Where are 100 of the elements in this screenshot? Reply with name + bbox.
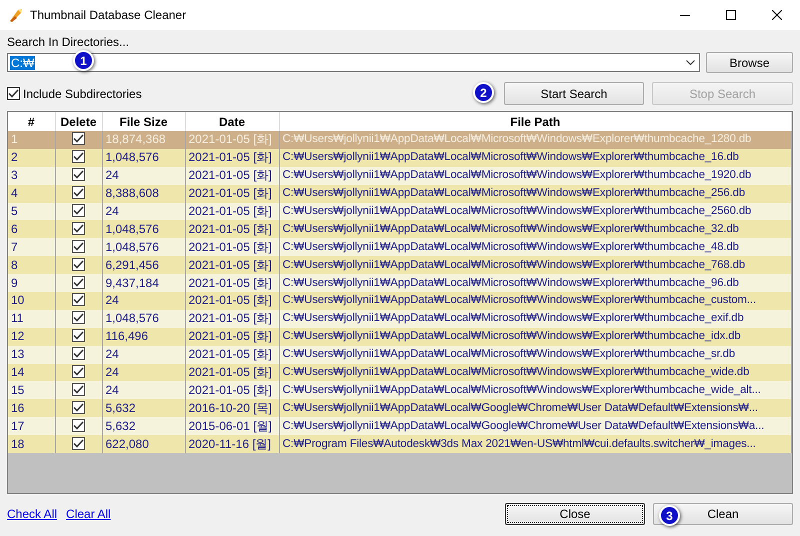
table-cell: C:₩Users₩jollynii1₩AppData₩Local₩Microsoft₩Windows₩Explorer₩thumbcache_768.db: [279, 256, 792, 274]
table-cell: 12: [8, 328, 55, 346]
table-cell: 18: [8, 435, 55, 454]
table-cell: 24: [102, 364, 185, 382]
checkbox[interactable]: [72, 311, 85, 324]
column-header[interactable]: #: [8, 112, 55, 131]
checkbox[interactable]: [72, 418, 85, 432]
table-cell: 24: [102, 202, 185, 220]
checkbox-label: Include Subdirectories: [23, 86, 142, 102]
table-cell: 622,080: [102, 435, 185, 454]
table-cell: 9: [8, 274, 55, 292]
table-cell: 2021-01-05 [화]: [185, 256, 279, 274]
table-cell: 2021-01-05 [화]: [185, 220, 279, 238]
link[interactable]: Clear All: [66, 505, 111, 523]
table-cell: 2021-01-05 [화]: [185, 381, 279, 400]
table-cell: C:₩Users₩jollynii1₩AppData₩Local₩Microsoft₩Windows₩Explorer₩thumbcache_96.db: [279, 274, 792, 292]
table-cell: 15: [8, 381, 55, 400]
column-header[interactable]: File Path: [279, 112, 792, 131]
table-cell: 2021-01-05 [화]: [185, 148, 279, 167]
table-cell: 2016-10-20 [목]: [185, 399, 279, 418]
table-cell: C:₩Users₩jollynii1₩AppData₩Local₩Microsoft₩Windows₩Explorer₩thumbcache_48.db: [279, 238, 792, 256]
table-cell: C:₩Users₩jollynii1₩AppData₩Local₩Microsoft₩Windows₩Explorer₩thumbcache_wide.db: [279, 364, 792, 382]
table-cell: 2: [8, 148, 55, 167]
table-cell: 17: [8, 417, 55, 436]
table-cell: 4: [8, 184, 55, 203]
table-cell: 5: [8, 202, 55, 220]
checkbox[interactable]: [72, 240, 85, 253]
link[interactable]: Check All: [7, 505, 58, 523]
table-cell: C:₩Users₩jollynii1₩AppData₩Local₩Microsoft₩Windows₩Explorer₩thumbcache_256.db: [279, 184, 792, 203]
table-cell: 2021-01-05 [화]: [185, 292, 279, 310]
column-header[interactable]: Date: [185, 112, 279, 131]
app-icon: [8, 7, 24, 23]
table-cell: 1,048,576: [102, 220, 185, 238]
checkbox[interactable]: [72, 186, 85, 200]
column-header[interactable]: File Size: [102, 112, 185, 131]
table-cell: 1,048,576: [102, 148, 185, 167]
table-cell: 13: [8, 346, 55, 364]
table-cell: 116,496: [102, 328, 185, 346]
close-button[interactable]: Close: [505, 503, 645, 525]
table-cell: C:₩Users₩jollynii1₩AppData₩Local₩Microsoft₩Windows₩Explorer₩thumbcache_32.db: [279, 220, 792, 238]
table-cell: 16: [8, 399, 55, 418]
checkbox[interactable]: [72, 150, 85, 164]
table-cell: C:₩Users₩jollynii1₩AppData₩Local₩Microsoft₩Windows₩Explorer₩thumbcache_16.db: [279, 148, 792, 167]
table-cell: 10: [8, 292, 55, 310]
browse-button[interactable]: Browse: [706, 52, 793, 73]
table-cell: 2021-01-05 [화]: [185, 274, 279, 292]
table-cell: 2015-06-01 [월]: [185, 417, 279, 436]
table-cell: C:₩Users₩jollynii1₩AppData₩Local₩Microsoft₩Windows₩Explorer₩thumbcache_sr.db: [279, 346, 792, 364]
table-cell: 8,388,608: [102, 184, 185, 203]
table-cell: 3: [8, 166, 55, 185]
table-cell: 24: [102, 381, 185, 400]
checkbox[interactable]: [72, 400, 85, 414]
table-cell: 2021-01-05 [화]: [185, 131, 279, 149]
checkbox[interactable]: [72, 222, 85, 235]
start-search-button[interactable]: Start Search: [504, 82, 644, 105]
table-cell: 2021-01-05 [화]: [185, 328, 279, 346]
checkbox[interactable]: [72, 204, 85, 217]
checkbox[interactable]: [72, 329, 85, 342]
table-cell: C:₩Users₩jollynii1₩AppData₩Local₩Microsoft₩Windows₩Explorer₩thumbcache_wide_alt...: [279, 381, 792, 400]
table-cell: 2021-01-05 [화]: [185, 364, 279, 382]
table-cell: 14: [8, 364, 55, 382]
table-cell: 2021-01-05 [화]: [185, 346, 279, 364]
table-cell: 11: [8, 310, 55, 328]
checkbox[interactable]: [72, 168, 85, 182]
table-cell: 24: [102, 166, 185, 185]
checkbox[interactable]: [72, 293, 85, 306]
table-cell: 1,048,576: [102, 238, 185, 256]
table-cell: 2021-01-05 [화]: [185, 202, 279, 220]
table-cell: C:₩Program Files₩Autodesk₩3ds Max 2021₩en-US₩html₩cui.defaults.switcher₩_images...: [279, 435, 792, 454]
checkbox[interactable]: [7, 87, 20, 100]
table-cell: 2021-01-05 [화]: [185, 238, 279, 256]
table-cell: 24: [102, 292, 185, 310]
table-cell: 6,291,456: [102, 256, 185, 274]
checkbox[interactable]: [72, 276, 85, 289]
checkbox[interactable]: [72, 365, 85, 378]
table-cell: 18,874,368: [102, 131, 185, 149]
table-cell: 9,437,184: [102, 274, 185, 292]
table-cell: 1,048,576: [102, 310, 185, 328]
maximize-icon: [726, 10, 736, 20]
table-cell: 1: [8, 131, 55, 149]
column-header[interactable]: Delete: [55, 112, 102, 131]
table-cell: 2021-01-05 [화]: [185, 310, 279, 328]
table-cell: 24: [102, 346, 185, 364]
checkbox[interactable]: [72, 436, 85, 450]
checkbox[interactable]: [72, 258, 85, 271]
checkbox[interactable]: [72, 382, 85, 396]
table-cell: C:₩Users₩jollynii1₩AppData₩Local₩Microsoft₩Windows₩Explorer₩thumbcache_2560.db: [279, 202, 792, 220]
table-cell: 2021-01-05 [화]: [185, 166, 279, 185]
table-cell: 6: [8, 220, 55, 238]
step-number-badge: 2: [473, 82, 494, 103]
checkbox[interactable]: [72, 132, 85, 146]
caret-icon: [686, 60, 695, 66]
table-cell: 7: [8, 238, 55, 256]
table-cell: C:₩Users₩jollynii1₩AppData₩Local₩Microsoft₩Windows₩Explorer₩thumbcache_custom...: [279, 292, 792, 310]
table-cell: 8: [8, 256, 55, 274]
table-cell: C:₩Users₩jollynii1₩AppData₩Local₩Microsoft₩Windows₩Explorer₩thumbcache_1280.db: [279, 131, 792, 149]
close-icon: [772, 10, 782, 20]
table-cell: C:₩Users₩jollynii1₩AppData₩Local₩Microsoft₩Windows₩Explorer₩thumbcache_1920.db: [279, 166, 792, 185]
window-title: Thumbnail Database Cleaner: [30, 7, 186, 24]
checkbox[interactable]: [72, 347, 85, 360]
